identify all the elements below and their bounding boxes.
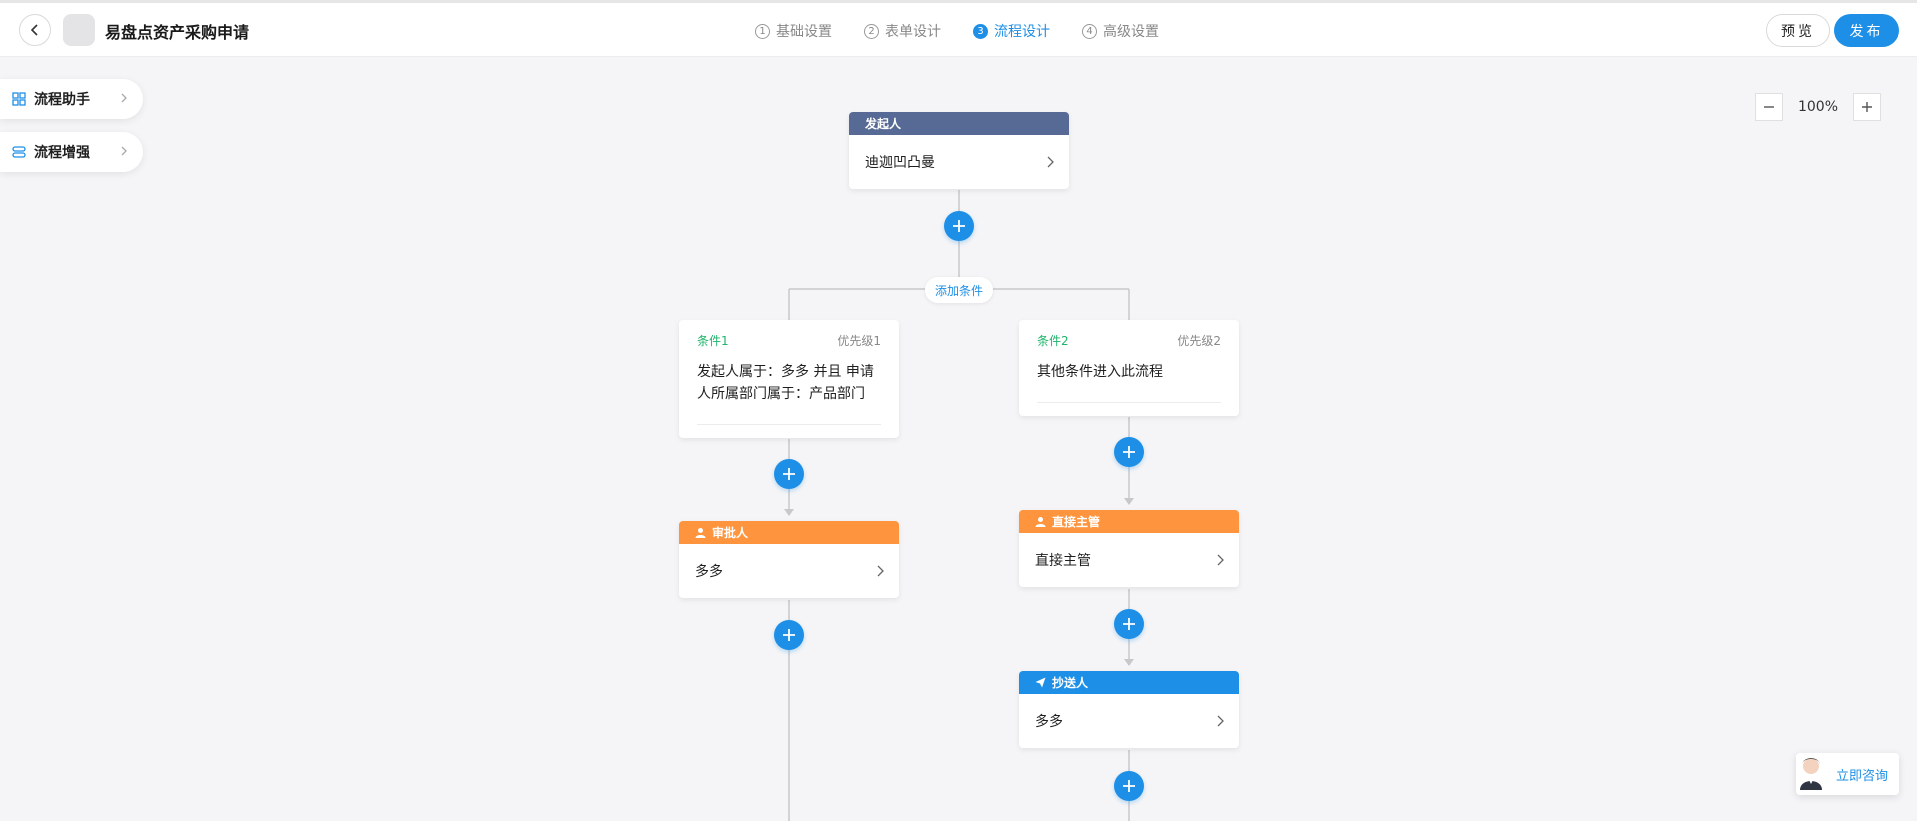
plus-icon <box>953 220 965 232</box>
chevron-right-icon <box>1217 554 1224 566</box>
node-header: 审批人 <box>679 521 899 544</box>
supervisor-node[interactable]: 直接主管 直接主管 <box>1019 510 1239 587</box>
user-icon <box>695 527 706 538</box>
consultant-avatar-icon <box>1800 758 1822 790</box>
preview-button[interactable]: 预览 <box>1766 14 1830 47</box>
app-icon <box>63 14 95 46</box>
node-body: 直接主管 <box>1019 533 1239 587</box>
condition-priority: 优先级2 <box>1177 334 1221 348</box>
step-label: 流程设计 <box>994 24 1050 40</box>
app-header: 易盘点资产采购申请 1 基础设置 2 表单设计 3 流程设计 4 高级设置 预览… <box>0 3 1917 57</box>
step-number: 4 <box>1082 23 1097 39</box>
step-number: 2 <box>864 23 879 39</box>
plus-icon <box>1123 780 1135 792</box>
step-label: 高级设置 <box>1103 24 1159 40</box>
page-title: 易盘点资产采购申请 <box>105 23 250 42</box>
node-body: 迪迦凹凸曼 <box>849 135 1069 189</box>
step-process-design[interactable]: 3 流程设计 <box>973 21 1050 41</box>
step-number: 1 <box>755 23 770 39</box>
condition-name: 条件2 <box>1037 334 1069 348</box>
user-icon <box>1035 516 1046 527</box>
step-label: 基础设置 <box>776 24 832 40</box>
step-basic-settings[interactable]: 1 基础设置 <box>755 21 832 41</box>
add-node-button[interactable] <box>1114 437 1144 467</box>
node-body: 多多 <box>1019 694 1239 748</box>
approver-node[interactable]: 审批人 多多 <box>679 521 899 598</box>
step-label: 表单设计 <box>885 24 941 40</box>
node-header-label: 直接主管 <box>1052 515 1101 529</box>
add-node-button[interactable] <box>774 459 804 489</box>
node-header: 抄送人 <box>1019 671 1239 694</box>
back-button[interactable] <box>19 14 51 46</box>
step-nav: 1 基础设置 2 表单设计 3 流程设计 4 高级设置 <box>755 21 1191 41</box>
divider <box>1037 402 1221 403</box>
consult-widget[interactable]: 立即咨询 <box>1796 753 1899 795</box>
add-condition-button[interactable]: 添加条件 <box>925 277 993 303</box>
consult-label: 立即咨询 <box>1836 768 1889 784</box>
divider <box>697 424 881 425</box>
initiator-value: 迪迦凹凸曼 <box>865 155 935 171</box>
chevron-left-icon <box>30 24 38 36</box>
condition-name: 条件1 <box>697 334 729 348</box>
step-number: 3 <box>973 23 988 39</box>
initiator-node[interactable]: 发起人 迪迦凹凸曼 <box>849 112 1069 189</box>
condition-card-2[interactable]: 条件2 优先级2 其他条件进入此流程 <box>1019 320 1239 416</box>
chevron-right-icon <box>1217 715 1224 727</box>
node-body: 多多 <box>679 544 899 598</box>
chevron-right-icon <box>1047 156 1054 168</box>
plus-icon <box>1123 446 1135 458</box>
add-node-button[interactable] <box>1114 609 1144 639</box>
step-form-design[interactable]: 2 表单设计 <box>864 21 941 41</box>
add-node-button[interactable] <box>774 620 804 650</box>
approver-value: 多多 <box>695 564 723 580</box>
add-node-button[interactable] <box>944 211 974 241</box>
condition-description: 发起人属于：多多 并且 申请人所属部门属于：产品部门 <box>697 364 874 402</box>
plus-icon <box>783 629 795 641</box>
cc-value: 多多 <box>1035 714 1063 730</box>
node-header: 发起人 <box>849 112 1069 135</box>
add-node-button[interactable] <box>1114 771 1144 801</box>
plus-icon <box>783 468 795 480</box>
condition-card-1[interactable]: 条件1 优先级1 发起人属于：多多 并且 申请人所属部门属于：产品部门 <box>679 320 899 438</box>
send-icon <box>1035 677 1046 688</box>
condition-description: 其他条件进入此流程 <box>1037 364 1163 380</box>
publish-button[interactable]: 发布 <box>1834 14 1899 47</box>
node-header-label: 抄送人 <box>1052 676 1089 690</box>
plus-icon <box>1123 618 1135 630</box>
condition-priority: 优先级1 <box>837 334 881 348</box>
node-header-label: 审批人 <box>712 526 749 540</box>
step-advanced-settings[interactable]: 4 高级设置 <box>1082 21 1159 41</box>
supervisor-value: 直接主管 <box>1035 553 1091 569</box>
cc-node[interactable]: 抄送人 多多 <box>1019 671 1239 748</box>
node-header: 直接主管 <box>1019 510 1239 533</box>
chevron-right-icon <box>877 565 884 577</box>
node-header-label: 发起人 <box>865 117 902 131</box>
